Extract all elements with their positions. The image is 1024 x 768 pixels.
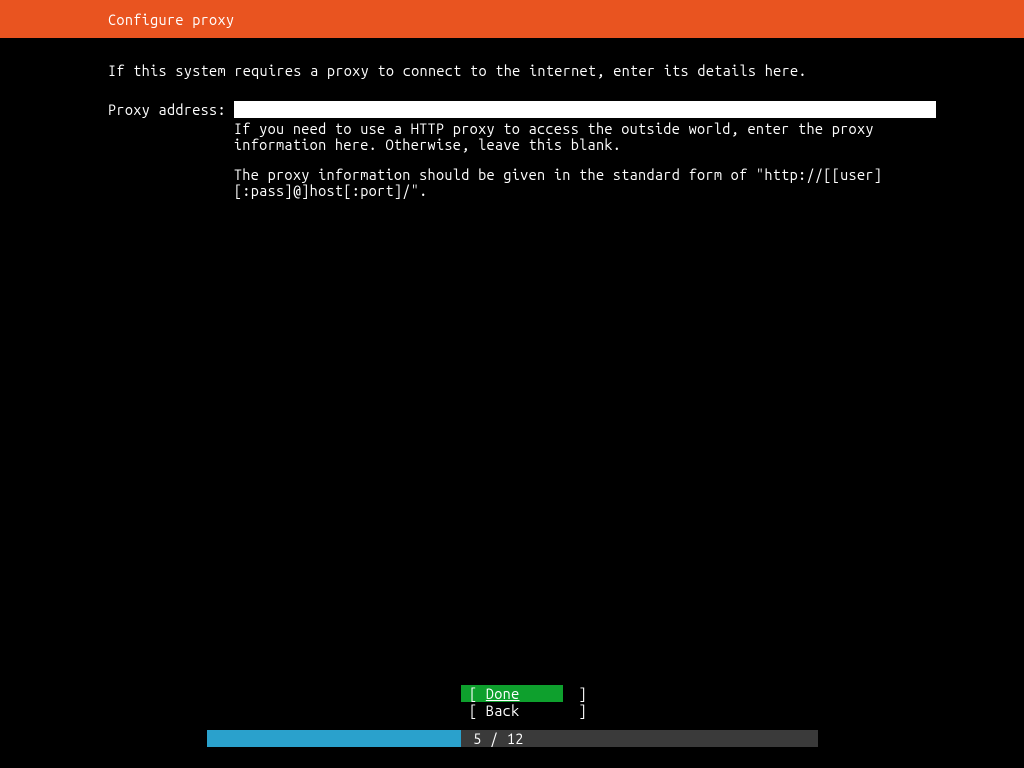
proxy-address-label: Proxy address:: [108, 101, 226, 118]
progress-bar: 5 / 12: [207, 730, 818, 747]
proxy-address-input[interactable]: [234, 101, 936, 118]
progress-fill: [207, 730, 461, 747]
bottom-section: [ Done ] [ Back ] 5 / 12: [0, 685, 1024, 747]
progress-text: 5 / 12: [473, 730, 524, 747]
main-content: If this system requires a proxy to conne…: [0, 38, 1024, 213]
header-bar: Configure proxy: [0, 0, 1024, 38]
help-line-2: The proxy information should be given in…: [234, 167, 958, 199]
proxy-input-column: If you need to use a HTTP proxy to acces…: [234, 101, 964, 213]
help-text: If you need to use a HTTP proxy to acces…: [234, 121, 958, 199]
done-button[interactable]: [ Done ]: [461, 685, 563, 702]
progress-row: 5 / 12: [207, 730, 818, 747]
proxy-field-row: Proxy address: If you need to use a HTTP…: [108, 101, 964, 213]
instruction-text: If this system requires a proxy to conne…: [108, 62, 964, 79]
progress-empty: 5 / 12: [461, 730, 818, 747]
help-line-1: If you need to use a HTTP proxy to acces…: [234, 121, 958, 153]
button-row: [ Done ] [ Back ]: [0, 685, 1024, 719]
page-title: Configure proxy: [108, 11, 234, 28]
back-button[interactable]: [ Back ]: [461, 702, 563, 719]
